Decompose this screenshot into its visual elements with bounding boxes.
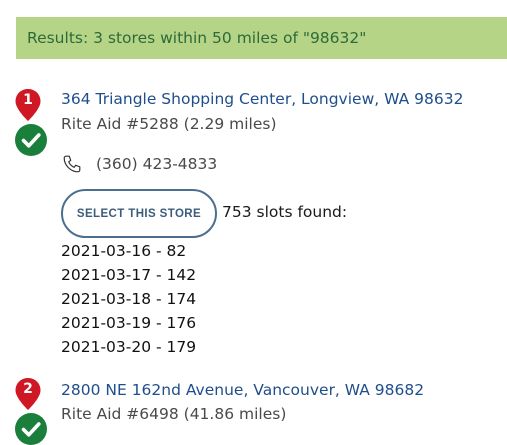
store-name: Rite Aid #5288 (2.29 miles) bbox=[61, 115, 277, 133]
checkmark-icon bbox=[15, 124, 47, 156]
slot-item: 2021-03-18 - 174 bbox=[61, 290, 197, 308]
pin-number: 1 bbox=[23, 92, 33, 108]
checkmark-icon bbox=[15, 413, 47, 445]
phone-row: (360) 423-4833 bbox=[61, 152, 217, 176]
store-name: Rite Aid #6498 (41.86 miles) bbox=[61, 405, 287, 423]
map-pin-icon: 1 bbox=[14, 88, 42, 122]
store-address-link[interactable]: 2800 NE 162nd Avenue, Vancouver, WA 9868… bbox=[61, 381, 424, 399]
slot-item: 2021-03-20 - 179 bbox=[61, 338, 197, 356]
store-address-link[interactable]: 364 Triangle Shopping Center, Longview, … bbox=[61, 90, 463, 108]
slot-item: 2021-03-16 - 82 bbox=[61, 242, 187, 260]
phone-icon bbox=[63, 155, 81, 173]
slots-found-label: 753 slots found: bbox=[222, 203, 348, 221]
map-pin-icon: 2 bbox=[14, 377, 42, 411]
phone-number[interactable]: (360) 423-4833 bbox=[96, 155, 217, 173]
slot-item: 2021-03-19 - 176 bbox=[61, 314, 197, 332]
pin-number: 2 bbox=[23, 381, 33, 397]
slot-item: 2021-03-17 - 142 bbox=[61, 266, 197, 284]
results-banner: Results: 3 stores within 50 miles of "98… bbox=[16, 17, 507, 59]
select-store-button[interactable]: SELECT THIS STORE bbox=[61, 189, 217, 238]
